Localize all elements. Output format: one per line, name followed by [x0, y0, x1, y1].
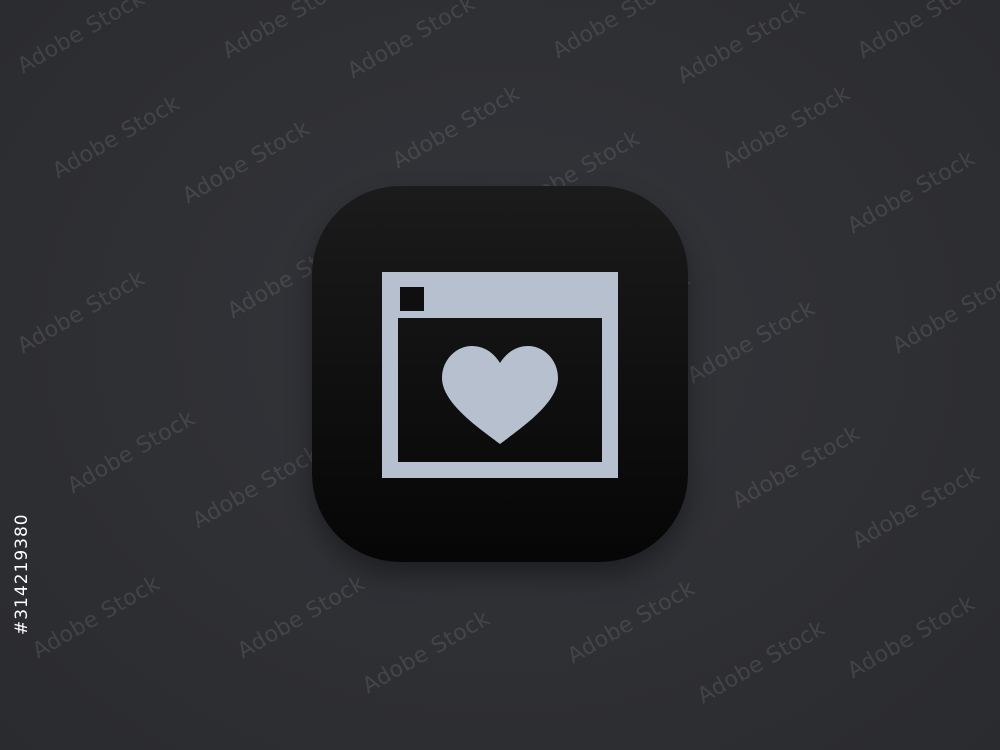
watermark-text: Adobe Stock [728, 420, 865, 515]
watermark-text: Adobe Stock [188, 440, 325, 535]
app-icon-tile [312, 186, 688, 562]
watermark-text: Adobe Stock [178, 115, 315, 210]
stock-id-label: #314219380 [12, 513, 32, 635]
watermark-text: Adobe Stock [218, 0, 355, 65]
watermark-text: Adobe Stock [358, 605, 495, 700]
browser-heart-icon [382, 272, 618, 478]
watermark-text: Adobe Stock [673, 0, 810, 90]
watermark-text: Adobe Stock [853, 0, 990, 65]
watermark-text: Adobe Stock [48, 90, 185, 185]
watermark-text: Adobe Stock [388, 80, 525, 175]
watermark-text: Adobe Stock [718, 80, 855, 175]
watermark-text: Adobe Stock [693, 615, 830, 710]
watermark-text: Adobe Stock [63, 405, 200, 500]
watermark-text: Adobe Stock [848, 460, 985, 555]
window-control-square [400, 287, 424, 311]
watermark-text: Adobe Stock [233, 570, 370, 665]
watermark-text: Adobe Stock [548, 0, 685, 65]
watermark-text: Adobe Stock [563, 575, 700, 670]
watermark-text: Adobe Stock [888, 265, 1000, 360]
watermark-text: Adobe Stock [683, 295, 820, 390]
watermark-text: Adobe Stock [13, 265, 150, 360]
canvas: Adobe Stock Adobe Stock Adobe Stock Adob… [0, 0, 1000, 750]
watermark-text: Adobe Stock [13, 0, 150, 80]
watermark-text: Adobe Stock [28, 570, 165, 665]
watermark-text: Adobe Stock [843, 145, 980, 240]
watermark-text: Adobe Stock [343, 0, 480, 85]
watermark-text: Adobe Stock [843, 590, 980, 685]
heart-icon [442, 346, 558, 444]
